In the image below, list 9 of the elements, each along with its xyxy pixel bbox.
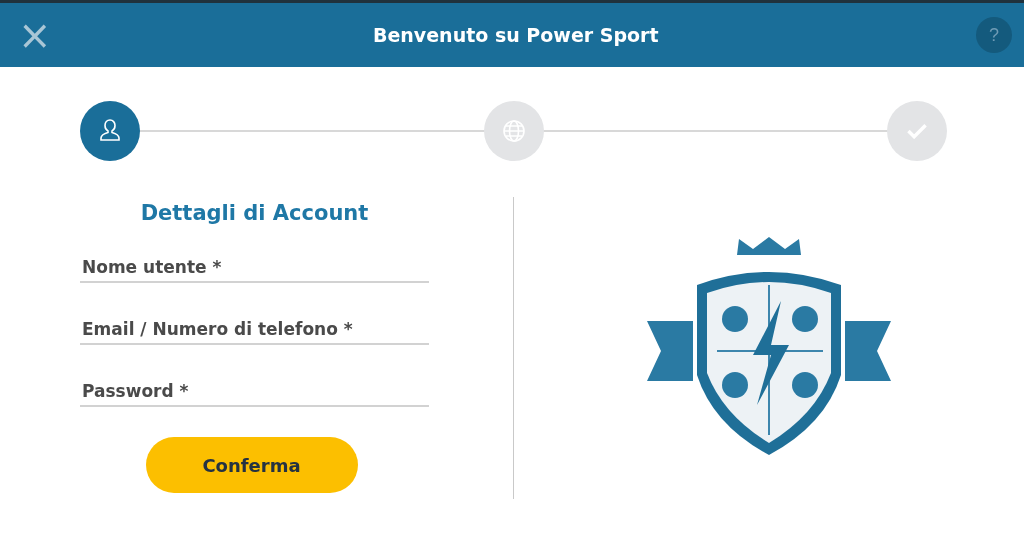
checkmark-icon xyxy=(907,123,927,139)
form-title: Dettagli di Account xyxy=(139,201,370,225)
confirm-button[interactable]: Conferma xyxy=(145,437,358,493)
input-field[interactable]: Email / Numero di telefono * xyxy=(80,315,429,345)
input-field[interactable]: Password * xyxy=(80,377,429,407)
window-title: Benvenuto su Power Sport xyxy=(372,24,659,46)
close-button[interactable]: × xyxy=(14,15,56,55)
help-button[interactable]: ? xyxy=(976,17,1012,53)
input-field[interactable]: Nome utente * xyxy=(80,253,429,283)
